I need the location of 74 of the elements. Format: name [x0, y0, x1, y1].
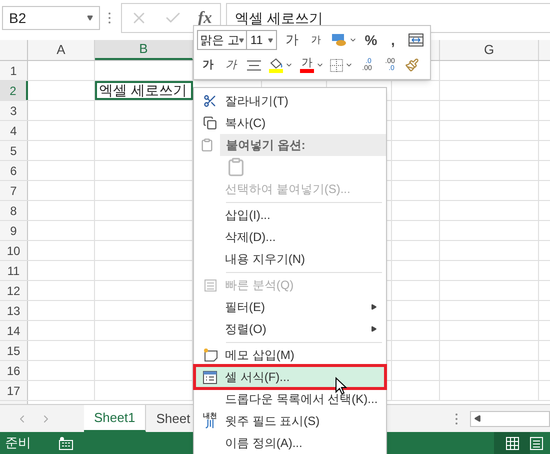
row-header[interactable]: 17: [0, 381, 28, 400]
caret-icon: [285, 61, 293, 69]
borders-icon: [330, 58, 342, 72]
copy-icon: [203, 116, 217, 130]
decrease-font-size-button[interactable]: 가: [305, 30, 327, 50]
normal-view-button[interactable]: [494, 432, 530, 454]
font-name-field[interactable]: 맑은 고: [197, 30, 248, 50]
menu-item[interactable]: 잘라내기(T): [195, 90, 385, 112]
submenu-arrow-icon: [371, 326, 377, 332]
horizontal-scrollbar[interactable]: [470, 410, 550, 426]
scissors-icon: [203, 94, 217, 108]
status-text: 준비: [5, 434, 31, 452]
increase-font-size-button[interactable]: 가: [281, 30, 303, 50]
caret-icon: [87, 15, 93, 21]
menu-item[interactable]: 셀 서식(F)...: [195, 366, 385, 388]
paintbrush-icon: [405, 58, 419, 72]
row-header[interactable]: 11: [0, 261, 28, 280]
name-box[interactable]: B2: [2, 6, 100, 30]
caret-icon: [316, 61, 324, 69]
row-header[interactable]: 16: [0, 361, 28, 380]
align-center-icon: [247, 60, 261, 70]
column-header[interactable]: B: [95, 40, 193, 60]
mouse-pointer-icon: [335, 377, 347, 395]
paint-bucket-icon: [269, 58, 283, 68]
menu-item[interactable]: 삽입(I)...: [195, 204, 385, 226]
row-header[interactable]: 10: [0, 241, 28, 260]
macro-record-icon: [59, 436, 73, 450]
row-header[interactable]: 3: [0, 101, 28, 120]
menu-item[interactable]: 정렬(O): [195, 318, 385, 340]
active-cell[interactable]: 엑셀 세로쓰기: [95, 81, 193, 100]
menu-item[interactable]: 필터(E): [195, 296, 385, 318]
caret-icon: [268, 38, 273, 42]
caret-icon: [239, 38, 244, 42]
row-header[interactable]: 14: [0, 321, 28, 340]
paste-option-icon[interactable]: [226, 157, 246, 177]
clipboard-icon: [200, 138, 214, 152]
format-cells-icon: [203, 370, 217, 384]
italic-button[interactable]: 가: [220, 55, 242, 75]
row-header[interactable]: 1: [0, 61, 28, 80]
row-header[interactable]: 6: [0, 161, 28, 180]
caret-icon: [344, 61, 352, 69]
caret-icon: [349, 36, 357, 44]
row-header[interactable]: 15: [0, 341, 28, 360]
row-header[interactable]: 13: [0, 301, 28, 320]
coins-icon: [331, 33, 347, 47]
percent-style-button[interactable]: %: [361, 30, 381, 50]
row-header[interactable]: 4: [0, 121, 28, 140]
row-header[interactable]: 5: [0, 141, 28, 160]
bold-button[interactable]: 가: [197, 55, 219, 75]
quick-analysis-icon: [204, 278, 216, 292]
page-icon: [530, 436, 543, 450]
menu-item[interactable]: 삭제(D)...: [195, 226, 385, 248]
font-color-button[interactable]: 가: [297, 55, 327, 75]
row-header[interactable]: 7: [0, 181, 28, 200]
comma-style-button[interactable]: ,: [383, 30, 403, 50]
menu-item[interactable]: 이름 정의(A)...: [195, 432, 385, 454]
note-icon: [202, 348, 218, 362]
more-options-icon: [455, 412, 458, 424]
row-header[interactable]: 2: [0, 81, 28, 100]
column-header[interactable]: G: [440, 40, 539, 60]
more-options-icon: [108, 12, 111, 24]
row-header[interactable]: 12: [0, 281, 28, 300]
menu-item[interactable]: 복사(C): [195, 112, 385, 134]
menu-item[interactable]: 메모 삽입(M): [195, 344, 385, 366]
grid-icon: [506, 436, 518, 450]
font-size-field[interactable]: 11: [247, 30, 277, 50]
left-arrow-icon: [474, 415, 481, 422]
merge-cells-icon: [408, 33, 424, 47]
submenu-arrow-icon: [371, 304, 377, 310]
row-header[interactable]: 9: [0, 221, 28, 240]
menu-section-header: 붙여넣기 옵션:: [220, 134, 386, 156]
menu-item[interactable]: 내용 지우기(N): [195, 248, 385, 270]
row-header[interactable]: 8: [0, 201, 28, 220]
sheet-tab[interactable]: Sheet1: [84, 405, 146, 432]
